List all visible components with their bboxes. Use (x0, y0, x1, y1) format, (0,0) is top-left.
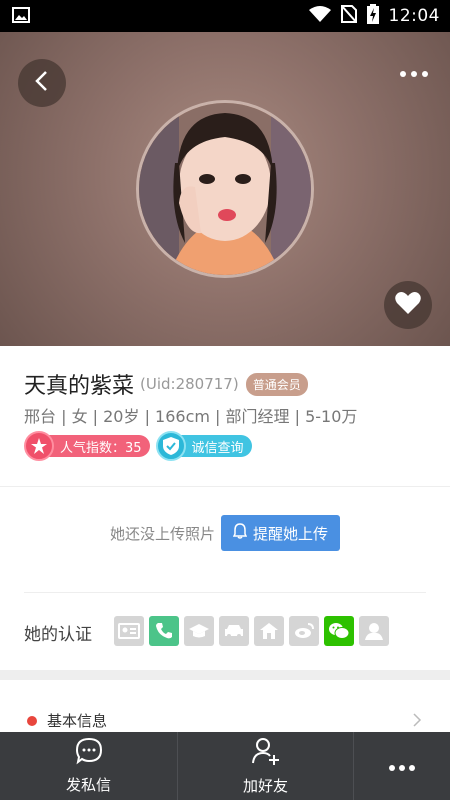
more-options-button[interactable] (394, 62, 434, 86)
name-row: 天真的紫菜 (Uid:280717) 普通会员 (24, 368, 308, 400)
photos-empty-text: 她还没上传照片 (109, 524, 215, 543)
back-button[interactable] (18, 59, 66, 107)
car-icon[interactable] (219, 616, 249, 646)
member-badge: 普通会员 (245, 372, 308, 396)
add-friend-label: 加好友 (242, 777, 288, 795)
bottom-action-bar: 发私信 加好友 (0, 732, 450, 800)
photos-empty-state: 她还没上传照片 提醒她上传 (0, 515, 450, 551)
weibo-icon[interactable] (289, 616, 319, 646)
add-friend-button[interactable]: 加好友 (178, 732, 353, 800)
credit-check-label: 诚信查询 (175, 435, 252, 457)
face-verify-icon[interactable] (359, 616, 389, 646)
red-dot-icon (27, 716, 37, 726)
profile-header (0, 32, 450, 346)
education-icon[interactable] (184, 616, 214, 646)
house-icon[interactable] (254, 616, 284, 646)
no-sim-icon (339, 4, 358, 27)
shield-check-icon (155, 431, 186, 461)
remind-upload-label: 提醒她上传 (253, 524, 329, 543)
photos-section: 她还没上传照片 提醒她上传 (0, 486, 450, 592)
chat-bubble-icon (75, 737, 103, 769)
popularity-label: 人气指数：35 (44, 435, 150, 457)
chevron-left-icon (34, 70, 50, 96)
basic-info-row[interactable]: 基本信息 (0, 680, 450, 740)
profile-uid: (Uid:280717) (140, 375, 239, 393)
star-icon (24, 431, 54, 461)
remind-upload-button[interactable]: 提醒她上传 (221, 515, 341, 551)
gallery-notification-icon (12, 7, 30, 27)
profile-tags: 人气指数：35 诚信查询 (24, 431, 252, 461)
wifi-icon (308, 6, 331, 26)
favorite-button[interactable] (384, 281, 432, 329)
id-card-icon[interactable] (114, 616, 144, 646)
certification-icons (114, 616, 389, 646)
phone-icon[interactable] (149, 616, 179, 646)
avatar[interactable] (136, 100, 314, 278)
profile-card: 天真的紫菜 (Uid:280717) 普通会员 邢台 | 女 | 20岁 | 1… (0, 346, 450, 486)
send-message-button[interactable]: 发私信 (0, 732, 177, 800)
basic-info-title: 基本信息 (47, 712, 108, 730)
battery-charging-icon (366, 4, 379, 28)
add-user-icon (251, 736, 281, 770)
status-time: 12:04 (388, 6, 440, 26)
status-bar: 12:04 (0, 0, 450, 32)
send-message-label: 发私信 (65, 776, 111, 794)
popularity-tag[interactable]: 人气指数：35 (24, 431, 150, 461)
certification-label: 她的认证 (24, 625, 92, 645)
more-dots-icon (388, 757, 416, 776)
profile-details: 邢台 | 女 | 20岁 | 166cm | 部门经理 | 5-10万 (24, 407, 358, 426)
more-actions-button[interactable] (354, 732, 450, 800)
credit-check-tag[interactable]: 诚信查询 (155, 431, 252, 461)
divider (24, 592, 426, 593)
heart-icon (395, 291, 421, 319)
chevron-right-icon (413, 712, 422, 731)
section-gap (0, 670, 450, 680)
profile-name: 天真的紫菜 (24, 374, 135, 399)
bell-icon (232, 523, 248, 543)
certification-section: 她的认证 (0, 592, 450, 670)
wechat-icon[interactable] (324, 616, 354, 646)
